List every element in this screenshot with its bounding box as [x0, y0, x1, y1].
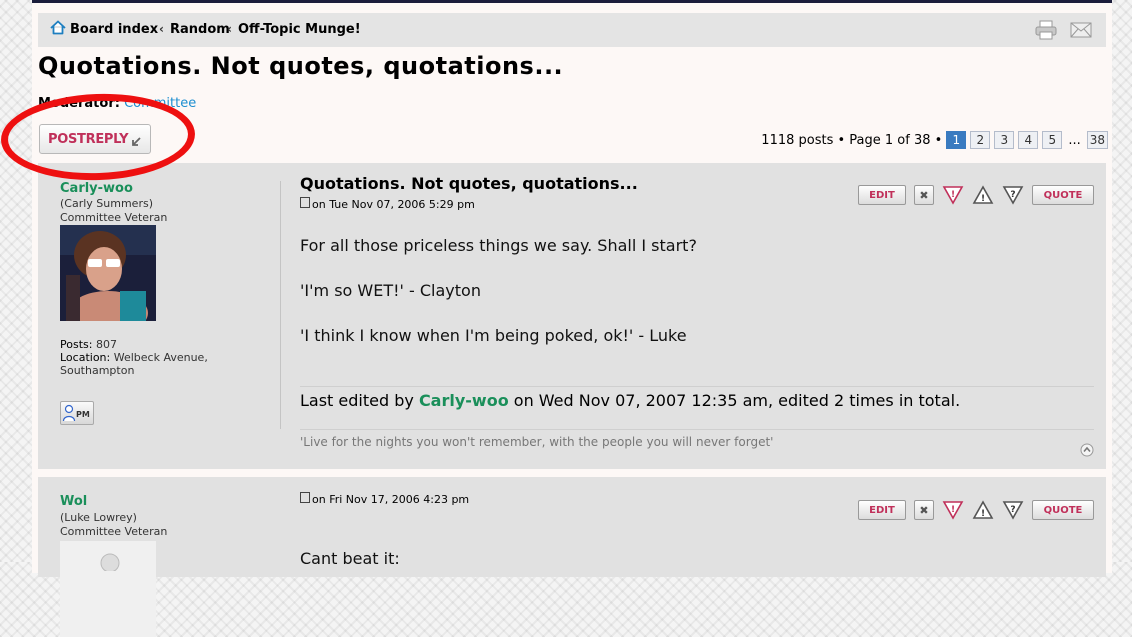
topic-tools — [1027, 19, 1092, 40]
location-label: Location: — [60, 351, 111, 364]
forum-page: Board index ‹ Random ‹ Off-Topic Munge! … — [32, 3, 1112, 637]
post-author[interactable]: Carly-woo — [60, 181, 133, 196]
info-icon[interactable]: ? — [1002, 500, 1024, 520]
breadcrumb-off-topic[interactable]: Off-Topic Munge! — [238, 22, 361, 37]
post-link-icon[interactable] — [300, 492, 310, 503]
post-date-text: on Fri Nov 17, 2006 4:23 pm — [312, 493, 470, 506]
posts-label: Posts: — [60, 338, 93, 351]
page-link-1[interactable]: 1 — [946, 131, 967, 149]
page-title[interactable]: Quotations. Not quotes, quotations... — [38, 52, 563, 80]
post-author[interactable]: Wol — [60, 494, 87, 509]
edit-notice: Last edited by Carly-woo on Wed Nov 07, … — [300, 391, 960, 410]
email-icon[interactable] — [1070, 20, 1092, 40]
pm-button[interactable]: PM — [60, 401, 94, 425]
post-date-text: on Tue Nov 07, 2006 5:29 pm — [312, 198, 475, 211]
location-line-1: Welbeck Avenue, — [113, 351, 208, 364]
delete-button[interactable]: ✖ — [914, 185, 934, 205]
signature-separator — [300, 429, 1094, 430]
post-actions: EDIT ✖ ! ! ? QUOTE — [850, 185, 1094, 205]
pagination: 1118 posts • Page 1 of 38 • 1 2 3 4 5 ..… — [761, 131, 1108, 149]
warn-icon[interactable]: ! — [972, 185, 994, 205]
svg-text:!: ! — [951, 505, 955, 515]
location-line-2: Southampton — [60, 364, 135, 377]
breadcrumb: Board index ‹ Random ‹ Off-Topic Munge! — [38, 13, 1106, 47]
print-icon[interactable] — [1035, 20, 1057, 40]
post-date: on Fri Nov 17, 2006 4:23 pm — [300, 492, 469, 506]
breadcrumb-separator: ‹ — [227, 22, 232, 36]
breadcrumb-board-index[interactable]: Board index — [70, 22, 158, 37]
svg-text:!: ! — [951, 190, 955, 200]
edit-button[interactable]: EDIT — [858, 185, 906, 205]
quote-label: QUOTE — [1043, 189, 1083, 201]
page-link-last[interactable]: 38 — [1086, 131, 1108, 149]
post-text-line: Cant beat it: — [300, 549, 400, 568]
delete-button[interactable]: ✖ — [914, 500, 934, 520]
page-link-3[interactable]: 3 — [994, 131, 1015, 149]
breadcrumb-separator: ‹ — [159, 22, 164, 36]
edit-button[interactable]: EDIT — [858, 500, 906, 520]
warn-icon[interactable]: ! — [972, 500, 994, 520]
edit-notice-suffix: on Wed Nov 07, 2007 12:35 am, edited 2 t… — [513, 391, 961, 410]
post-text-line: 'I'm so WET!' - Clayton — [300, 281, 481, 300]
post-subject[interactable]: Quotations. Not quotes, quotations... — [300, 174, 638, 193]
quote-button[interactable]: QUOTE — [1032, 185, 1094, 205]
pagination-ellipsis: ... — [1068, 132, 1081, 148]
edit-label: EDIT — [869, 189, 895, 201]
signature: 'Live for the nights you won't remember,… — [300, 435, 774, 449]
pm-label: PM — [76, 410, 90, 419]
svg-text:!: ! — [981, 194, 985, 204]
author-realname: (Carly Summers) — [60, 197, 153, 210]
post: Wol (Luke Lowrey) Committee Veteran on F… — [38, 477, 1106, 637]
svg-text:!: ! — [981, 509, 985, 519]
post-divider — [280, 181, 281, 429]
edit-notice-author[interactable]: Carly-woo — [419, 391, 509, 410]
post: Carly-woo (Carly Summers) Committee Vete… — [38, 163, 1106, 469]
info-icon[interactable]: ? — [1002, 185, 1024, 205]
avatar[interactable] — [60, 541, 156, 637]
posts-count: 807 — [95, 338, 117, 351]
quote-label: QUOTE — [1043, 504, 1083, 516]
page-link-5[interactable]: 5 — [1042, 131, 1063, 149]
report-icon[interactable]: ! — [942, 185, 964, 205]
author-realname: (Luke Lowrey) — [60, 511, 137, 524]
pagination-summary: 1118 posts • Page 1 of 38 • — [761, 132, 943, 148]
post-text-line: For all those priceless things we say. S… — [300, 236, 697, 255]
quote-button[interactable]: QUOTE — [1032, 500, 1094, 520]
page-link-4[interactable]: 4 — [1018, 131, 1039, 149]
page-link-2[interactable]: 2 — [970, 131, 991, 149]
post-separator — [300, 386, 1094, 387]
post-text-line: 'I think I know when I'm being poked, ok… — [300, 326, 687, 345]
report-icon[interactable]: ! — [942, 500, 964, 520]
author-info: Posts: 807 Location: Welbeck Avenue, Sou… — [60, 338, 208, 377]
svg-text:?: ? — [1010, 190, 1015, 200]
post-actions: EDIT ✖ ! ! ? QUOTE — [850, 500, 1094, 520]
edit-notice-prefix: Last edited by — [300, 391, 414, 410]
post-link-icon[interactable] — [300, 197, 310, 208]
home-icon[interactable] — [50, 20, 66, 39]
breadcrumb-random[interactable]: Random — [170, 22, 230, 37]
author-rank: Committee Veteran — [60, 525, 168, 538]
author-rank: Committee Veteran — [60, 211, 168, 224]
back-to-top-icon[interactable] — [1080, 442, 1094, 461]
edit-label: EDIT — [869, 504, 895, 516]
avatar[interactable] — [60, 225, 156, 321]
svg-text:?: ? — [1010, 505, 1015, 515]
post-date: on Tue Nov 07, 2006 5:29 pm — [300, 197, 475, 211]
